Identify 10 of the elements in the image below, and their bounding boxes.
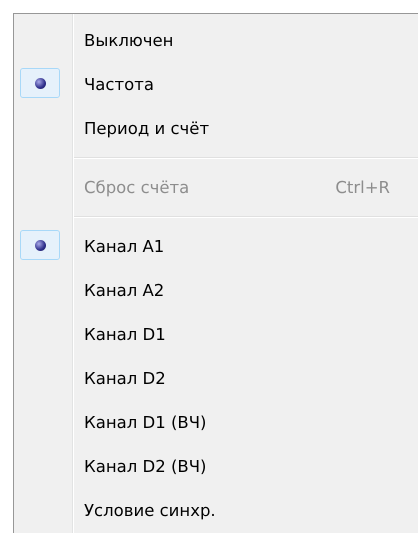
menu-item[interactable]: Канал D1	[14, 312, 418, 356]
menu-item[interactable]: Канал D2	[14, 356, 418, 400]
menu-item[interactable]: Канал A1	[14, 224, 418, 268]
menu-item[interactable]: Выключен	[14, 18, 418, 62]
menu-item[interactable]: Частота	[14, 62, 418, 106]
menu-item[interactable]: Канал A2	[14, 268, 418, 312]
menu-item[interactable]: Канал D2 (ВЧ)	[14, 444, 418, 488]
menu-item[interactable]: Период и счёт	[14, 106, 418, 150]
menu-item[interactable]: Канал D1 (ВЧ)	[14, 400, 418, 444]
menu-item[interactable]: Условие синхр.	[14, 488, 418, 532]
